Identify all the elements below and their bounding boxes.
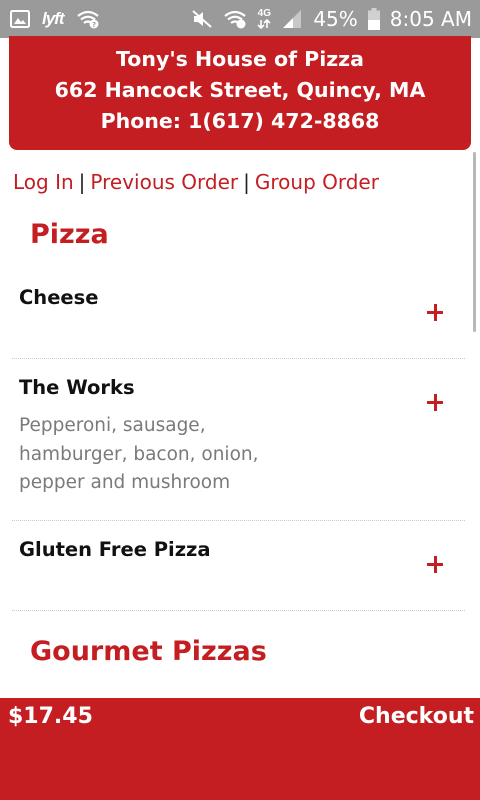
battery-percent: 45% (313, 7, 358, 31)
status-right-icons: 4G 45% 8:05 AM (191, 7, 472, 31)
item-name: Cheese (19, 286, 99, 309)
group-order-link[interactable]: Group Order (255, 170, 379, 194)
lyft-icon: lyft (42, 9, 64, 28)
clock: 8:05 AM (389, 7, 472, 31)
item-name: The Works (19, 376, 135, 399)
account-links: Log In | Previous Order | Group Order (13, 168, 379, 196)
signal-icon (281, 9, 303, 29)
status-bar: lyft ? 4G 45% 8:05 AM (0, 0, 480, 38)
scrollbar-thumb[interactable] (473, 152, 476, 332)
network-type-label: 4G (257, 8, 271, 19)
mute-icon (191, 9, 213, 29)
status-left-icons: lyft ? (10, 9, 100, 29)
restaurant-phone[interactable]: Phone: 1(617) 472-8868 (9, 106, 471, 137)
menu-item-the-works[interactable]: The Works Pepperoni, sausage, hamburger,… (12, 375, 465, 521)
login-link[interactable]: Log In (13, 170, 74, 194)
link-separator: | (243, 170, 250, 194)
wifi-question-icon: ? (76, 9, 100, 29)
checkout-button[interactable]: Checkout (359, 704, 474, 729)
restaurant-header: Tony's House of Pizza 662 Hancock Street… (9, 36, 471, 150)
cart-total: $17.45 (8, 704, 93, 729)
image-icon (10, 10, 30, 28)
wifi-calling-icon (223, 9, 247, 29)
section-title-pizza: Pizza (30, 219, 109, 250)
svg-text:?: ? (91, 21, 95, 29)
link-separator: | (78, 170, 86, 194)
checkout-bar: $17.45 Checkout (0, 698, 480, 800)
restaurant-name: Tony's House of Pizza (116, 47, 364, 71)
add-item-button[interactable] (425, 554, 447, 576)
menu-item-cheese[interactable]: Cheese (12, 285, 465, 359)
item-name: Gluten Free Pizza (19, 538, 211, 561)
restaurant-address: 662 Hancock Street, Quincy, MA (54, 78, 426, 102)
battery-icon (367, 8, 380, 30)
menu-item-gluten-free-pizza[interactable]: Gluten Free Pizza (12, 537, 465, 611)
add-item-button[interactable] (425, 302, 447, 324)
4g-lte-icon: 4G (257, 9, 271, 29)
previous-order-link[interactable]: Previous Order (90, 170, 238, 194)
section-title-gourmet-pizzas: Gourmet Pizzas (30, 636, 267, 667)
add-item-button[interactable] (425, 392, 447, 414)
item-description: Pepperoni, sausage, hamburger, bacon, on… (19, 415, 259, 493)
